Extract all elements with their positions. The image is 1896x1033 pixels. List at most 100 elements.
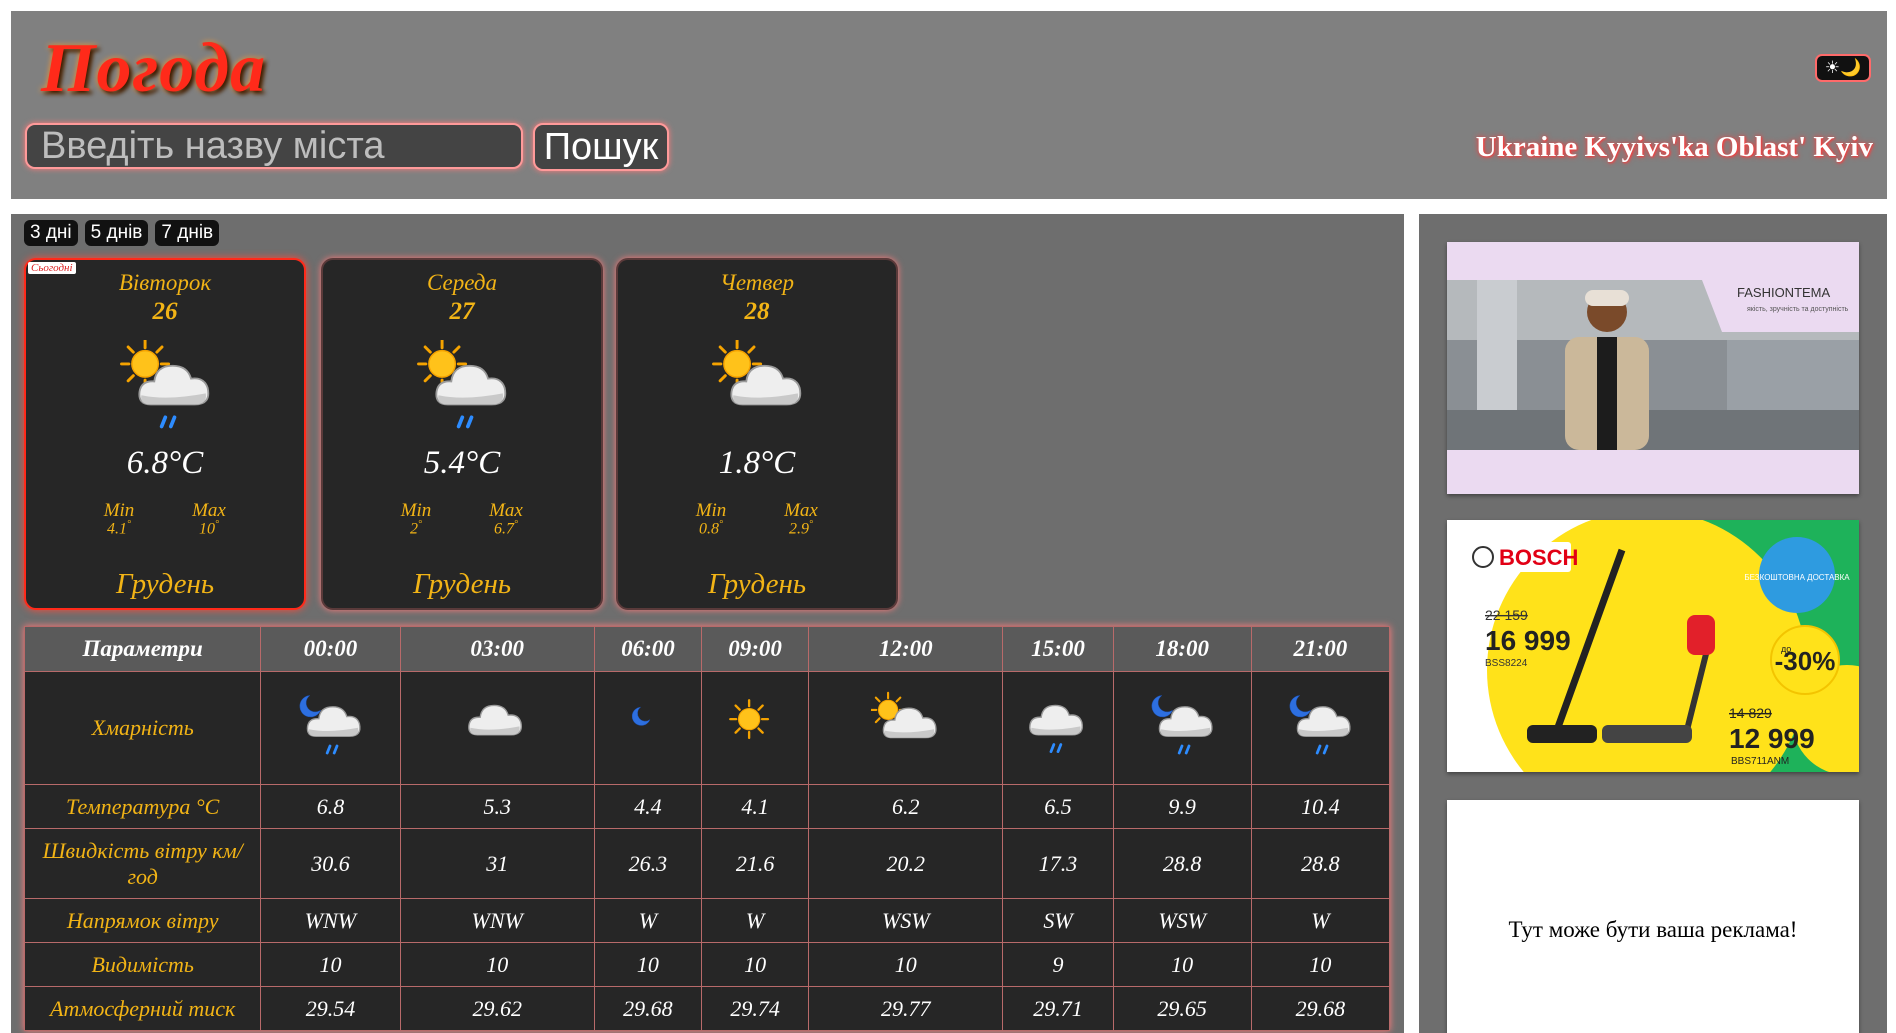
table-cell: 31 (399, 828, 595, 899)
min-value: 0.8 (699, 520, 719, 538)
hourly-forecast-table: Параметри 00:00 03:00 06:00 09:00 12:00 … (23, 626, 1391, 1031)
moon-cloud-rain-icon (1151, 695, 1217, 765)
min-label: Min (695, 500, 727, 521)
max-value: 6.7 (494, 520, 514, 538)
column-header: Параметри (23, 626, 262, 672)
table-row: Напрямок вітру WNW WNW W W WSW SW WSW W (23, 898, 1391, 943)
row-label: Швидкість вітру км/год (23, 828, 262, 899)
table-cell: W (593, 898, 702, 943)
new-price-text: 16 999 (1485, 625, 1571, 656)
theme-toggle-button[interactable]: ☀🌙 (1815, 54, 1871, 82)
min-value: 4.1 (107, 520, 127, 538)
table-cell: 28.8 (1112, 828, 1252, 899)
sun-icon (729, 699, 770, 740)
range-selector: 3 дні 5 днів 7 днів (24, 220, 220, 246)
day-month: Грудень (412, 568, 512, 600)
table-row: Швидкість вітру км/год 30.6 31 26.3 21.6… (23, 828, 1391, 899)
max-label: Max (192, 500, 226, 521)
table-cell: 10 (700, 942, 810, 987)
column-header: 06:00 (593, 626, 702, 672)
day-temperature: 6.8°C (126, 445, 204, 481)
moon-cloud-rain-icon (1289, 695, 1355, 765)
table-cell: WNW (399, 898, 595, 943)
ad-banner-fashion[interactable]: FASHIONTEMA якість, зручність та доступн… (1447, 242, 1859, 494)
ad-placeholder[interactable]: Тут може бути ваша реклама! (1447, 800, 1859, 1033)
table-cell: 21.6 (700, 828, 810, 899)
max-value: 10 (199, 520, 215, 538)
table-cell: 29.74 (700, 986, 810, 1031)
table-cell: WSW (1112, 898, 1252, 943)
city-search-input[interactable] (25, 123, 523, 169)
range-7-days-button[interactable]: 7 днів (155, 220, 220, 246)
row-label: Атмосферний тиск (23, 986, 262, 1031)
day-name: Вівторок (118, 270, 212, 295)
column-header: 15:00 (1002, 626, 1114, 672)
table-cell: 29.71 (1002, 986, 1114, 1031)
min-temp: Min 0.8° (695, 500, 727, 538)
delivery-text: БЕЗКОШТОВНА ДОСТАВКА (1744, 573, 1850, 582)
column-header: 00:00 (260, 626, 401, 672)
day-card[interactable]: Четвер 28 1.8°C Min 0.8° Max 2.9° Грудень (616, 258, 898, 610)
max-temp: Max 2.9° (784, 500, 818, 538)
column-header: 09:00 (700, 626, 810, 672)
forecast-panel: 3 дні 5 днів 7 днів Сьогодні Вівторок 26… (11, 214, 1404, 1033)
sun-cloud-icon (869, 691, 941, 765)
day-number: 27 (449, 298, 475, 325)
table-cell: 5.3 (399, 784, 595, 829)
table-cell: 4.1 (700, 784, 810, 829)
range-5-days-button[interactable]: 5 днів (84, 220, 149, 246)
table-cell: SW (1002, 898, 1114, 943)
range-3-days-button[interactable]: 3 дні (24, 220, 78, 246)
table-cell: 10 (1250, 942, 1391, 987)
max-temp: Max 10° (192, 500, 226, 538)
table-cell: 10 (260, 942, 401, 987)
bosch-ad-image: BOSCH БЕЗКОШТОВНА ДОСТАВКА 22 159 16 999… (1447, 520, 1859, 772)
table-cell: 10 (399, 942, 595, 987)
ad-tagline-text: якість, зручність та доступність (1747, 305, 1849, 313)
column-header: 18:00 (1112, 626, 1252, 672)
sun-cloud-rain-icon (417, 340, 516, 432)
search-button[interactable]: Пошук (533, 123, 669, 171)
row-label: Напрямок вітру (23, 898, 262, 943)
table-cell: 30.6 (260, 828, 401, 899)
bosch-logo-text: BOSCH (1499, 545, 1578, 570)
table-row: Температура °C 6.8 5.3 4.4 4.1 6.2 6.5 9… (23, 784, 1391, 829)
table-cell: 29.77 (808, 986, 1004, 1031)
app-logo[interactable]: Погода (41, 29, 266, 109)
day-card[interactable]: Середа 27 5.4°C Min 2° Max 6.7° Грудень (321, 258, 603, 610)
moon-cloud-rain-icon (300, 695, 365, 765)
min-value: 2 (410, 520, 418, 538)
day-temperature: 5.4°C (423, 445, 501, 481)
min-temp: Min 2° (400, 500, 432, 538)
model-text: BSS8224 (1485, 658, 1528, 669)
max-label: Max (489, 500, 523, 521)
table-cell: W (1250, 898, 1391, 943)
max-temp: Max 6.7° (489, 500, 523, 538)
column-header: 12:00 (808, 626, 1004, 672)
table-cell: 29.65 (1112, 986, 1252, 1031)
old-price-text: 22 159 (1485, 607, 1528, 623)
cloud-rain-icon (1023, 685, 1093, 765)
day-name: Середа (427, 270, 497, 295)
table-cell: 28.8 (1250, 828, 1391, 899)
table-cell: WNW (260, 898, 401, 943)
row-label: Хмарність (23, 671, 262, 785)
table-row: Видимість 10 10 10 10 10 9 10 10 (23, 942, 1391, 987)
table-header-row: Параметри 00:00 03:00 06:00 09:00 12:00 … (23, 626, 1391, 672)
table-cell: 6.8 (260, 784, 401, 829)
app-header: Погода Пошук ☀🌙 Ukraine Kyyivs'ka Oblast… (11, 11, 1887, 199)
table-cell: 20.2 (808, 828, 1004, 899)
table-row: Хмарність (23, 671, 1391, 785)
table-cell: 29.54 (260, 986, 401, 1031)
sun-cloud-icon (712, 340, 811, 432)
table-cell: 10 (1112, 942, 1252, 987)
ad-banner-bosch[interactable]: BOSCH БЕЗКОШТОВНА ДОСТАВКА 22 159 16 999… (1447, 520, 1859, 772)
new-price-text: 12 999 (1729, 723, 1815, 754)
table-cell: 26.3 (593, 828, 702, 899)
table-cell: 29.68 (593, 986, 702, 1031)
column-header: 21:00 (1250, 626, 1391, 672)
day-card[interactable]: Сьогодні Вівторок 26 6.8°C Min 4.1° Max 10… (24, 258, 306, 610)
table-cell: 17.3 (1002, 828, 1114, 899)
table-cell: 10.4 (1250, 784, 1391, 829)
location-label: Ukraine Kyyivs'ka Oblast' Kyiv (1475, 131, 1873, 163)
